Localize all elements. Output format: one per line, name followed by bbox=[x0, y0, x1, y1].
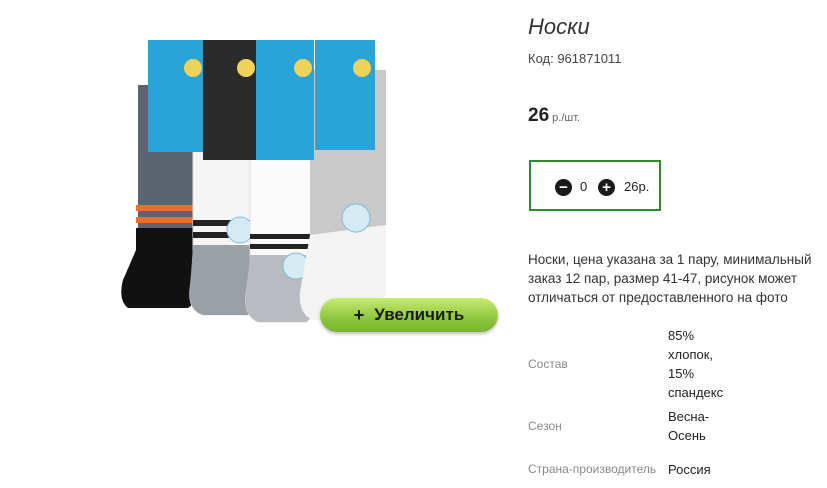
zoom-button-label: Увеличить bbox=[374, 305, 465, 324]
property-name: Состав bbox=[528, 357, 568, 371]
zoom-button[interactable]: + Увеличить bbox=[320, 298, 498, 332]
quantity-total: 26р. bbox=[624, 179, 650, 194]
socks-illustration bbox=[121, 40, 387, 323]
price-unit: р./шт. bbox=[552, 112, 581, 124]
product-title: Носки bbox=[528, 14, 590, 39]
package-tags bbox=[148, 40, 375, 160]
property-value: 85% хлопок, 15% спандекс bbox=[668, 328, 724, 400]
product-image[interactable]: + Увеличить bbox=[118, 30, 508, 340]
property-value: Россия bbox=[668, 461, 711, 477]
property-row: Состав 85% хлопок, 15% спандекс bbox=[528, 326, 732, 402]
price-value: 26 bbox=[528, 105, 550, 126]
quantity-stepper: − 0 + 26р. bbox=[529, 160, 661, 211]
product-properties: Состав 85% хлопок, 15% спандекс Сезон Ве… bbox=[528, 326, 732, 488]
property-name: Сезон bbox=[528, 419, 562, 433]
property-value: Весна-Осень bbox=[668, 409, 710, 443]
property-name: Страна-производитель bbox=[528, 462, 657, 476]
product-description: Носки, цена указана за 1 пару, минимальн… bbox=[528, 252, 812, 305]
plus-icon: + bbox=[353, 304, 365, 325]
minus-icon[interactable]: − bbox=[555, 179, 572, 196]
product-code: Код: 961871011 bbox=[528, 51, 622, 66]
plus-icon[interactable]: + bbox=[598, 179, 615, 196]
property-row: Страна-производитель Россия bbox=[528, 450, 732, 488]
quantity-value[interactable]: 0 bbox=[580, 179, 587, 194]
product-price: 26 р./шт. bbox=[528, 105, 580, 127]
property-row: Сезон Весна-Осень bbox=[528, 402, 732, 450]
